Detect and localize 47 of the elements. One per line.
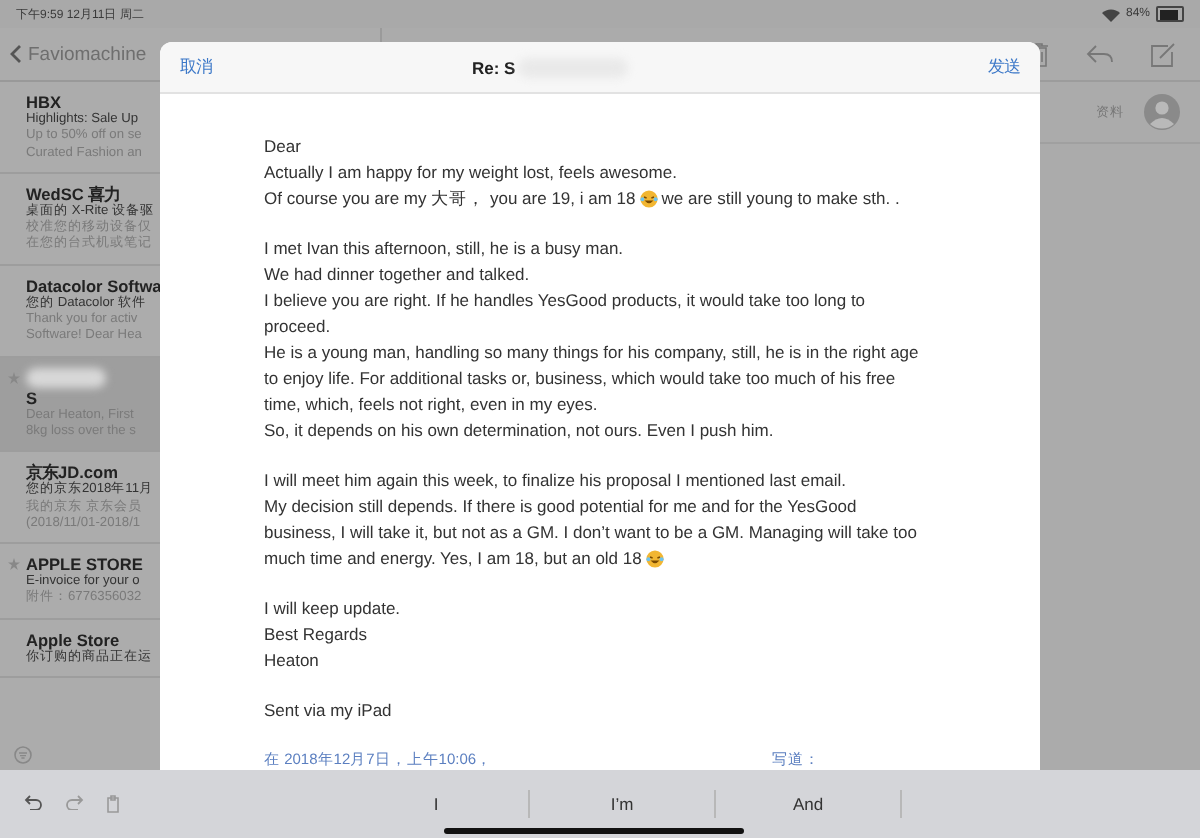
chevron-icon [10,44,22,64]
body-text: I will meet him again this week, to finalize his proposal I mentioned last email. [264,468,847,494]
sender-name: APPLE STORE [26,554,143,575]
body-text: I believe you are right. If he handles YesGood products, it would take too long to [264,288,866,314]
body-text: to enjoy life. For additional tasks or, business, which would take too much of his free [264,366,896,392]
body-text: So, it depends on his own determination, not ours. Even I push him. [264,418,774,444]
body-text: I will keep update. [264,596,401,622]
sender-name: Datacolor Softwa [26,275,162,296]
back-button[interactable]: Faviomachine [10,43,147,65]
body-text: we are still young to make sth. . [661,186,900,212]
body-text: I met Ivan this afternoon, still, he is a busy man. [264,236,624,262]
laughing-face-icon [639,190,658,208]
avatar-icon [1144,94,1180,130]
blurred-sender [26,367,106,388]
paste-icon[interactable] [104,794,122,814]
reply-icon[interactable] [1086,44,1114,64]
body-text: much time and energy. Yes, I am 18, but an old 18 [264,546,642,572]
redo-icon[interactable] [64,794,84,810]
sheet-title: Re: S [472,57,516,77]
sender-name: S [26,387,40,408]
sender-name: Apple Store [26,629,122,650]
suggestion[interactable]: I [344,794,528,814]
body-text: time, which, feels not right, even in my eyes. [264,392,598,418]
body-text: Of course you are my 大哥， you are 19, i am 18 [264,186,636,212]
battery-icon [1156,6,1184,22]
send-button[interactable]: 发送 [988,56,1020,78]
undo-icon[interactable] [24,794,44,810]
body-text: Best Regards [264,622,367,648]
body-text: proceed. [264,314,331,340]
body-text: We had dinner together and talked. [264,262,530,288]
sender-name: HBX [26,92,64,112]
sender-name: WedSC 喜力 [26,183,121,204]
body-text: He is a young man, handling so many things for his company, still, he is in the right age [264,340,919,366]
body-text: Actually I am happy for my weight lost, feels awesome. [264,160,677,186]
body-text: Dear [264,134,301,160]
body-text: Heaton [264,648,319,674]
suggestion[interactable]: I’m [530,794,714,814]
sender-name: 京东JD.com [26,462,118,483]
compose-icon[interactable] [1150,41,1176,67]
cancel-button[interactable]: 取消 [180,56,212,78]
body-text: My decision still depends. If there is good potential for me and for the YesGood [264,494,857,520]
filter-icon[interactable] [14,746,32,764]
body-text: business, I will take it, but not as a GM. I don’t want to be a GM. Managing will take too [264,520,917,546]
wifi-icon [1101,7,1120,21]
laughing-face-icon [645,550,664,568]
body-text: Sent via my iPad [264,698,392,724]
suggestion[interactable]: And [716,794,900,814]
